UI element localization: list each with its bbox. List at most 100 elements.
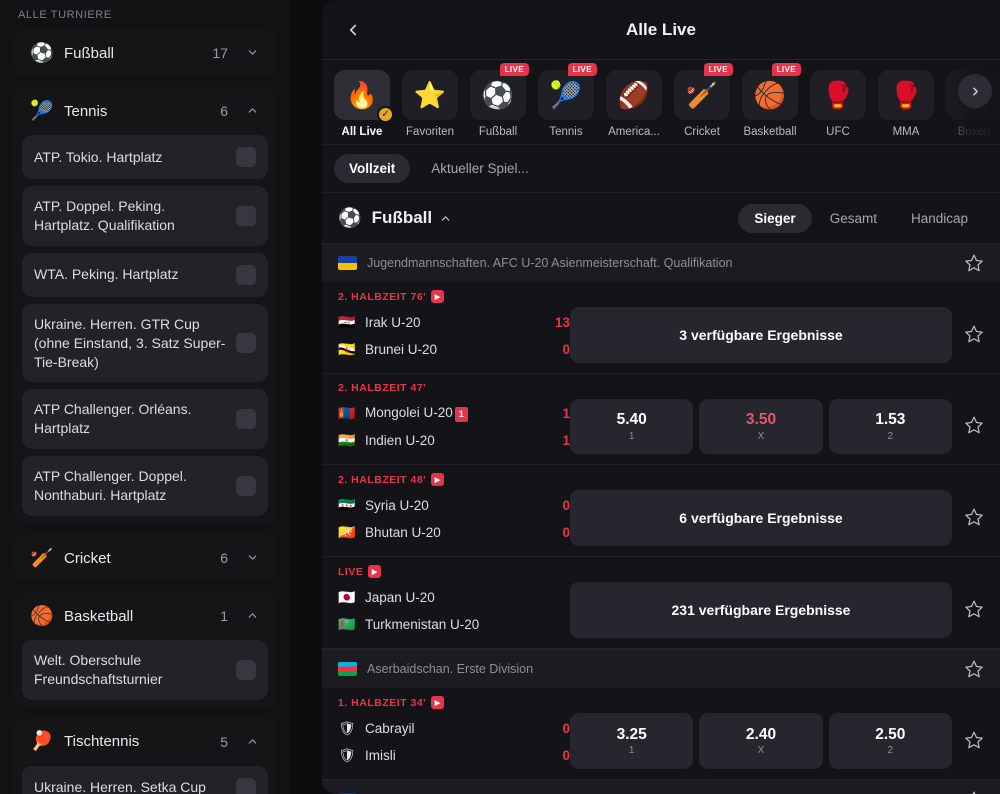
list-item[interactable]: Ukraine. Herren. GTR Cup (ohne Einstand,… (22, 303, 268, 383)
odd-button-2[interactable]: 1.53 2 (828, 399, 952, 454)
stream-play-icon[interactable]: ▶ (431, 696, 445, 709)
sports-chip-list: 🔥 ✓ All Live ⭐ Favoriten ⚽ LIVE Fußball 🎾 LIVE Ten… (332, 63, 1000, 138)
team-away-row: 🇧🇳 Brunei U-20 0 (338, 336, 570, 363)
star-outline-icon[interactable] (964, 415, 984, 435)
sidebar: ALLE TURNIERE ⚽ Fußball 17 🎾 Tennis 6 ATP. Tok… (0, 0, 290, 794)
table-row: 1. HALBZEIT 34' ▶ 🛡 Cabrayil 0 🛡 Imisli 0 3.25 1 2… (322, 688, 1000, 780)
tennis-ball-icon: 🎾 (549, 79, 583, 110)
available-results-button[interactable]: 6 verfügbare Ergebnisse (570, 490, 952, 546)
list-item[interactable]: ATP. Doppel. Peking. Hartplatz. Qualifik… (22, 186, 268, 246)
match-info: 2. HALBZEIT 76' ▶ 🇮🇶 Irak U-20 13 🇧🇳 Brunei U-… (338, 290, 570, 363)
star-outline-icon[interactable] (964, 659, 984, 679)
odd-button-1[interactable]: 5.40 1 (570, 399, 694, 454)
league-flag-icon (338, 662, 357, 676)
team-home-row: 🇮🇶 Irak U-20 13 (338, 309, 570, 336)
live-badge: LIVE (771, 63, 801, 76)
odd-value: 3.50 (745, 411, 777, 429)
odd-button-1[interactable]: 3.25 1 (570, 713, 694, 769)
list-item[interactable]: WTA. Peking. Hartplatz (22, 252, 268, 297)
stream-play-icon[interactable]: ▶ (431, 473, 445, 486)
sport-chip-tile: ⭐ (402, 70, 458, 120)
odd-button-x[interactable]: 2.40 X (699, 713, 823, 769)
country-flag-icon: 🛡 (338, 720, 356, 736)
list-item[interactable]: Welt. Oberschule Freundschaftsturnier (22, 640, 268, 700)
stream-play-icon[interactable]: ▶ (431, 290, 445, 303)
sidebar-sport-tennis[interactable]: 🎾 Tennis 6 (14, 87, 276, 135)
tournament-checkbox[interactable] (236, 409, 256, 430)
tournament-checkbox[interactable] (236, 659, 256, 680)
market-tab-sieger[interactable]: Sieger (738, 203, 812, 233)
tournament-checkbox[interactable] (236, 147, 256, 167)
league-header[interactable]: Aserbaidschan. Erste Division (322, 649, 1000, 688)
sport-chip-america[interactable]: 🏈 America... (604, 70, 664, 138)
sport-chip-fuball[interactable]: ⚽ LIVE Fußball (468, 63, 529, 138)
tournament-checkbox[interactable] (236, 777, 256, 794)
odd-value: 2.40 (745, 725, 777, 743)
league-header[interactable]: Kambodscha. Pokal (322, 780, 1000, 794)
sport-chip-ufc[interactable]: 🥊 UFC (808, 70, 868, 138)
odd-value: 2.50 (875, 725, 906, 743)
sidebar-sport-cricket[interactable]: 🏏 Cricket 6 (14, 534, 276, 582)
odd-button-x[interactable]: 3.50 X (699, 399, 823, 454)
chevron-up-icon[interactable] (439, 212, 452, 225)
list-item[interactable]: ATP Challenger. Doppel. Nonthaburi. Hart… (22, 456, 268, 517)
sport-chip-mma[interactable]: 🥊 MMA (876, 70, 936, 138)
chevron-down-icon[interactable] (246, 46, 260, 60)
chevron-up-icon[interactable] (246, 104, 260, 118)
match-status: 2. HALBZEIT 47' (338, 382, 570, 394)
sport-section-header[interactable]: ⚽ Fußball Sieger Gesamt Handicap (322, 193, 1000, 243)
tournament-checkbox[interactable] (236, 205, 256, 226)
list-item[interactable]: ATP Challenger. Orléans. Hartplatz (22, 389, 268, 450)
list-item[interactable]: ATP. Tokio. Hartplatz (22, 135, 268, 179)
match-status-label: 2. HALBZEIT 76' (338, 290, 427, 303)
country-flag-icon: 🇲🇳 (338, 405, 356, 421)
odd-button-2[interactable]: 2.50 2 (828, 713, 952, 769)
sidebar-sport-label: Basketball (64, 607, 134, 625)
list-item[interactable]: Ukraine. Herren. Setka Cup (22, 765, 268, 794)
chevron-right-icon[interactable] (958, 74, 992, 108)
match-favorite-wrapper (952, 565, 984, 638)
star-outline-icon[interactable] (964, 324, 984, 344)
sidebar-sport-basketball[interactable]: 🏀 Basketball 1 (14, 592, 276, 640)
odd-label: X (757, 745, 765, 757)
country-flag-icon: 🇯🇵 (338, 589, 356, 605)
odds-area: 3.25 1 2.40 X 2.50 2 (570, 696, 952, 769)
tournament-label: Ukraine. Herren. GTR Cup (ohne Einstand,… (34, 315, 226, 370)
available-results-button[interactable]: 3 verfügbare Ergebnisse (570, 307, 952, 363)
sidebar-sport-label: Tennis (64, 102, 108, 120)
sidebar-sport-label: Fußball (64, 44, 115, 62)
team-name: Japan U-20 (365, 590, 435, 605)
main-panel: Alle Live 🔥 ✓ All Live ⭐ Favoriten ⚽ LIVE Fußba… (322, 0, 1000, 794)
sport-chip-cricket[interactable]: 🏏 LIVE Cricket (672, 63, 733, 138)
chevron-up-icon[interactable] (246, 609, 260, 623)
sport-chip-tennis[interactable]: 🎾 LIVE Tennis (536, 63, 597, 138)
tournament-checkbox[interactable] (236, 476, 256, 497)
star-outline-icon[interactable] (964, 790, 984, 794)
filter-vollzeit[interactable]: Vollzeit (334, 154, 411, 183)
star-outline-icon[interactable] (964, 599, 984, 619)
league-header[interactable]: Jugendmannschaften. AFC U-20 Asienmeiste… (322, 243, 1000, 282)
available-results-button[interactable]: 231 verfügbare Ergebnisse (570, 582, 952, 638)
market-tab-handicap[interactable]: Handicap (895, 204, 984, 233)
stream-play-icon[interactable]: ▶ (368, 565, 382, 578)
chevron-down-icon[interactable] (246, 551, 260, 565)
star-outline-icon[interactable] (964, 507, 984, 527)
sidebar-sport-fußball[interactable]: ⚽ Fußball 17 (14, 29, 276, 77)
sports-category-strip[interactable]: 🔥 ✓ All Live ⭐ Favoriten ⚽ LIVE Fußball 🎾 LIVE Ten… (322, 60, 1000, 145)
star-outline-icon[interactable] (964, 253, 984, 273)
tournament-checkbox[interactable] (236, 333, 256, 354)
chevron-up-icon[interactable] (246, 735, 260, 749)
sport-chip-favoriten[interactable]: ⭐ Favoriten (400, 70, 460, 138)
star-outline-icon[interactable] (964, 730, 984, 750)
sport-chip-basketball[interactable]: 🏀 LIVE Basketball (740, 63, 801, 138)
match-status: 2. HALBZEIT 76' ▶ (338, 290, 570, 303)
sidebar-sport-tischtennis[interactable]: 🏓 Tischtennis 5 (14, 718, 276, 766)
sport-chip-alllive[interactable]: 🔥 ✓ All Live (332, 70, 394, 138)
market-tab-gesamt[interactable]: Gesamt (814, 204, 893, 233)
sidebar-tournament-list: Welt. Oberschule Freundschaftsturnier (14, 640, 276, 708)
filter-aktueller-spiel[interactable]: Aktueller Spiel... (416, 154, 544, 183)
page-title: Alle Live (626, 19, 696, 39)
chevron-left-icon[interactable] (332, 9, 374, 51)
match-status-label: LIVE (338, 565, 364, 578)
tournament-checkbox[interactable] (236, 264, 256, 285)
